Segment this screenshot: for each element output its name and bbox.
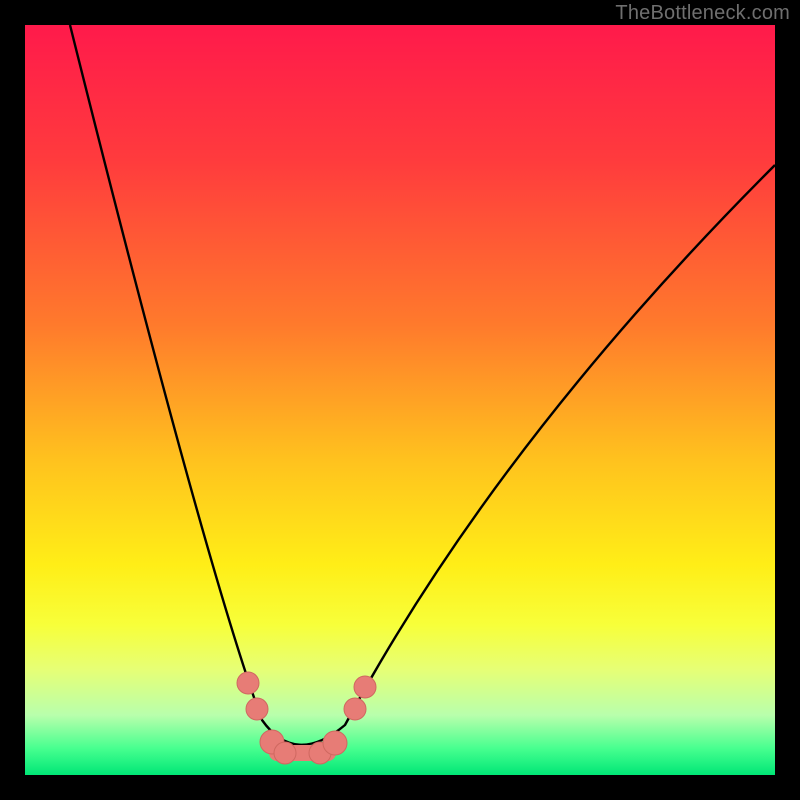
plot-area (25, 25, 775, 775)
highlight-marker (237, 672, 259, 694)
highlight-marker (274, 742, 296, 764)
watermark-text: TheBottleneck.com (615, 2, 790, 25)
chart-frame: TheBottleneck.com (0, 0, 800, 800)
highlight-marker (344, 698, 366, 720)
highlight-marker (354, 676, 376, 698)
highlight-marker (323, 731, 347, 755)
highlight-marker (246, 698, 268, 720)
bottleneck-curve (25, 25, 775, 775)
